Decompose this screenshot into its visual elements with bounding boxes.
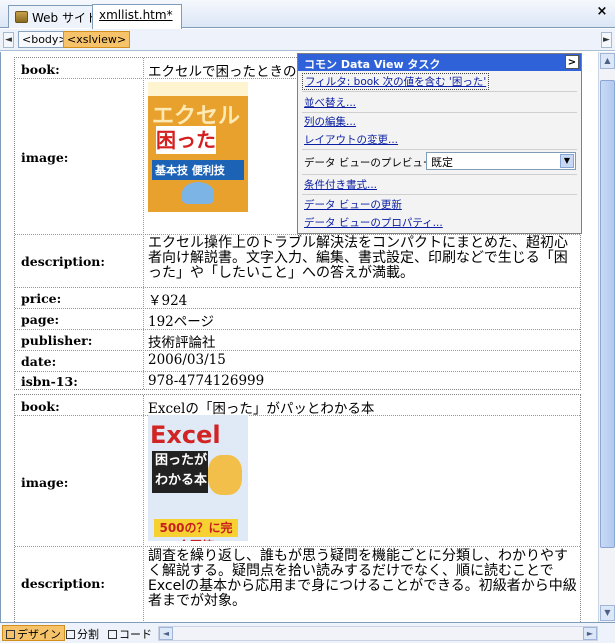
horizontal-scrollbar[interactable]: ◄ ► xyxy=(158,626,598,641)
field-value-book[interactable]: エクセルで困ったときの xyxy=(148,60,297,80)
field-label-description: description: xyxy=(21,254,105,269)
code-view-label: コード xyxy=(119,628,152,641)
design-view-button[interactable]: デザイン xyxy=(2,625,65,641)
view-mode-bar: デザイン 分割 コード ◄ ► xyxy=(0,622,615,643)
cover-sub-text: 基本技 便利技 xyxy=(152,160,244,180)
quick-tag-selector: ◄ <body> <xslview> ► xyxy=(0,29,615,51)
scroll-right-icon[interactable]: ► xyxy=(583,627,597,640)
scrollbar-thumb[interactable] xyxy=(600,80,615,548)
tag-xslview-button[interactable]: <xslview> xyxy=(63,31,131,48)
design-view-label: デザイン xyxy=(17,628,61,641)
code-view-button[interactable]: コード xyxy=(104,625,156,641)
code-view-icon xyxy=(108,630,117,639)
cover-badge-text: 500の？に完全回答 xyxy=(154,519,238,541)
web-site-icon xyxy=(15,11,28,23)
cover-illustration xyxy=(208,455,242,495)
scroll-down-icon[interactable]: ▼ xyxy=(600,605,615,621)
book-cover-image[interactable]: エクセル 困った 基本技 便利技 xyxy=(148,82,248,212)
tasks-panel-toggle-icon[interactable]: > xyxy=(565,55,579,69)
tasks-panel-header: コモン Data View タスク > xyxy=(298,54,581,71)
task-sort-link[interactable]: 並べ替え... xyxy=(304,95,356,110)
task-conditional-format-link[interactable]: 条件付き書式... xyxy=(304,177,377,192)
tab-xmllist-file[interactable]: xmllist.htm* xyxy=(92,4,182,29)
field-label-image: image: xyxy=(21,475,69,490)
chevron-down-icon[interactable]: ▼ xyxy=(560,154,574,168)
field-value-book[interactable]: Excelの「困った」がパッとわかる本 xyxy=(148,397,374,417)
split-view-label: 分割 xyxy=(77,628,99,641)
task-properties-link[interactable]: データ ビューのプロパティ... xyxy=(304,215,443,230)
task-edit-columns-link[interactable]: 列の編集... xyxy=(304,114,356,129)
scroll-left-icon[interactable]: ◄ xyxy=(159,627,173,640)
field-label-description: description: xyxy=(21,576,105,591)
tasks-panel-title: コモン Data View タスク xyxy=(304,58,441,71)
tab-xmllist-label: xmllist.htm* xyxy=(99,8,173,22)
field-value-page[interactable]: 192ページ xyxy=(148,310,214,330)
task-refresh-link[interactable]: データ ビューの更新 xyxy=(304,197,402,212)
book-cover-image[interactable]: Excel 困ったがわかる本 500の？に完全回答 xyxy=(148,415,248,541)
close-document-icon[interactable]: × xyxy=(595,5,609,19)
data-record[interactable]: book: Excelの「困った」がパッとわかる本 image: Excel 困… xyxy=(14,394,581,622)
field-value-price[interactable]: ￥924 xyxy=(148,289,187,309)
cover-big-text: 困った xyxy=(156,126,216,154)
field-label-price: price: xyxy=(21,291,62,306)
design-view-icon xyxy=(6,630,15,639)
tag-scroll-right-icon[interactable]: ► xyxy=(601,32,612,48)
field-label-isbn: isbn-13: xyxy=(21,374,78,389)
preview-select[interactable]: 既定 ▼ xyxy=(426,152,576,170)
field-label-book: book: xyxy=(21,399,60,414)
document-tab-bar: Web サイト xmllist.htm* × xyxy=(0,0,615,29)
field-value-isbn[interactable]: 978-4774126999 xyxy=(148,373,264,389)
tag-scroll-left-icon[interactable]: ◄ xyxy=(3,32,14,48)
preview-select-value: 既定 xyxy=(431,156,453,169)
scroll-up-icon[interactable]: ▲ xyxy=(600,53,615,69)
field-label-date: date: xyxy=(21,354,57,369)
cover-title-text: Excel xyxy=(150,421,221,449)
preview-label: データ ビューのプレビュー: xyxy=(304,157,437,169)
split-view-button[interactable]: 分割 xyxy=(62,625,103,641)
tab-web-site-label: Web サイト xyxy=(32,11,98,25)
split-view-icon xyxy=(66,630,75,639)
field-label-book: book: xyxy=(21,62,60,77)
field-value-date[interactable]: 2006/03/15 xyxy=(148,352,226,368)
field-value-publisher[interactable]: 技術評論社 xyxy=(148,331,216,351)
vertical-scrollbar[interactable]: ▲ ▼ xyxy=(598,52,615,622)
common-data-view-tasks-panel: コモン Data View タスク > フィルタ: book 次の値を含む '困… xyxy=(297,53,582,234)
field-label-page: page: xyxy=(21,312,60,327)
field-value-description[interactable]: 調査を繰り返し、誰もが思う疑問を機能ごとに分類し、わかりやすく解説する。疑問点を… xyxy=(148,549,578,609)
cover-illustration xyxy=(182,182,214,204)
task-change-layout-link[interactable]: レイアウトの変更... xyxy=(304,132,398,147)
field-label-publisher: publisher: xyxy=(21,333,93,348)
field-value-description[interactable]: エクセル操作上のトラブル解決法をコンパクトにまとめた、超初心者向け解説書。文字入… xyxy=(148,236,578,281)
task-filter-link[interactable]: フィルタ: book 次の値を含む '困った' xyxy=(301,73,490,90)
field-label-image: image: xyxy=(21,150,69,165)
cover-big-text: 困ったがわかる本 xyxy=(152,451,208,493)
